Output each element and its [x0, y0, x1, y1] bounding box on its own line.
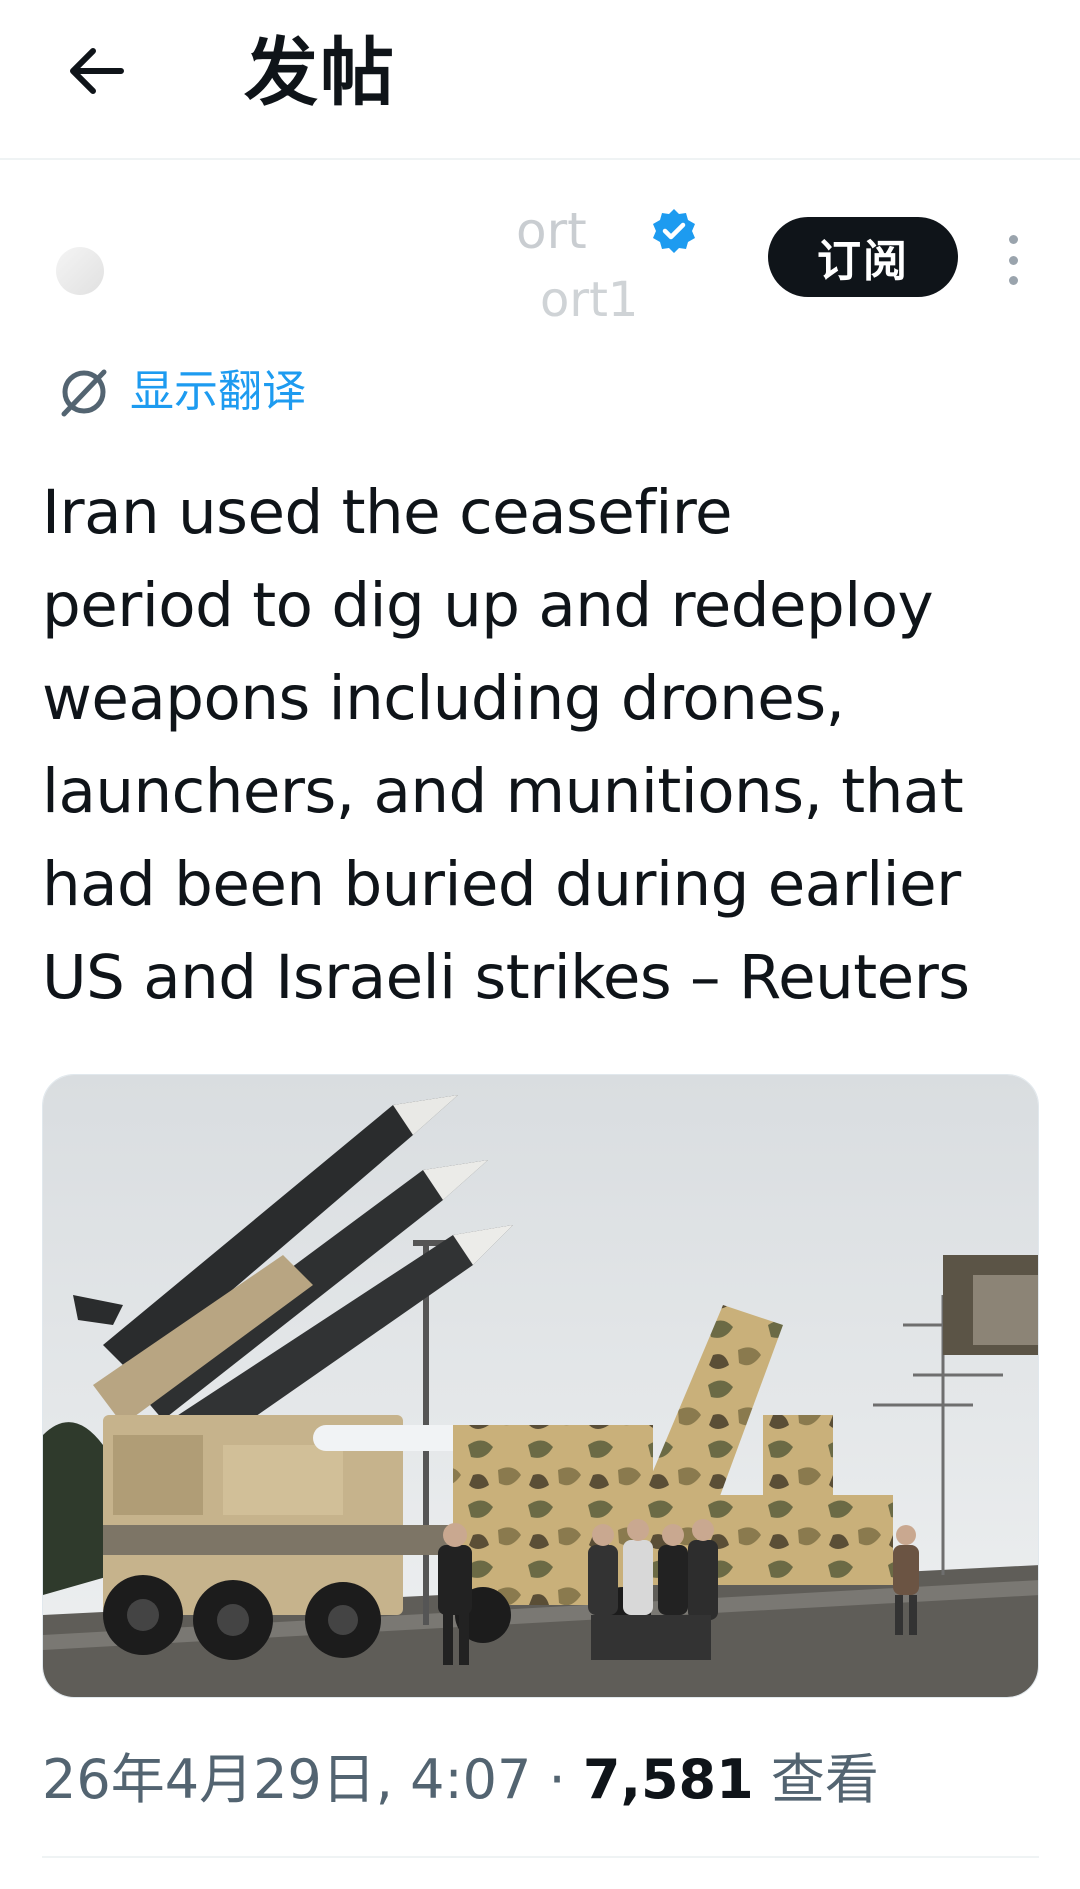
- tweet-line: had been buried during earlier: [42, 849, 961, 920]
- tweet-line: Iran used the ceasefire: [42, 477, 733, 548]
- divider: [42, 1856, 1039, 1858]
- tweet-line: period to dig up and redeploy: [42, 570, 934, 641]
- tweet-photo[interactable]: [42, 1074, 1039, 1698]
- view-count: 7,581: [582, 1748, 754, 1811]
- author-display-name[interactable]: ort: [516, 201, 587, 261]
- views-label: 查看: [753, 1748, 879, 1811]
- show-translation-link[interactable]: 显示翻译: [56, 362, 306, 422]
- more-vertical-icon[interactable]: [998, 235, 1028, 285]
- author-row: ort ort1 订阅: [0, 195, 1080, 335]
- avatar[interactable]: [56, 247, 104, 295]
- back-button[interactable]: [60, 36, 130, 106]
- author-handle[interactable]: ort1: [540, 271, 638, 329]
- top-bar: 发帖: [0, 0, 1080, 160]
- tweet-line: US and Israeli strikes – Reuters: [42, 942, 970, 1013]
- page-title: 发帖: [244, 30, 396, 116]
- missile-launcher-photo: [43, 1075, 1038, 1697]
- arrow-left-icon: [70, 48, 124, 94]
- translate-globe-icon: [61, 369, 107, 417]
- tweet-line: weapons including drones,: [42, 663, 845, 734]
- tweet-line: launchers, and munitions, that: [42, 756, 964, 827]
- timestamp[interactable]: 26年4月29日, 4:07: [42, 1748, 531, 1811]
- meta-separator: ·: [531, 1748, 583, 1811]
- tweet-text: Iran used the ceasefire period to dig up…: [42, 466, 1052, 1024]
- subscribe-button[interactable]: 订阅: [768, 217, 958, 297]
- tweet-meta: 26年4月29日, 4:07 · 7,581 查看: [42, 1745, 879, 1815]
- show-translation-label: 显示翻译: [130, 366, 306, 417]
- verified-badge-icon: [653, 209, 695, 253]
